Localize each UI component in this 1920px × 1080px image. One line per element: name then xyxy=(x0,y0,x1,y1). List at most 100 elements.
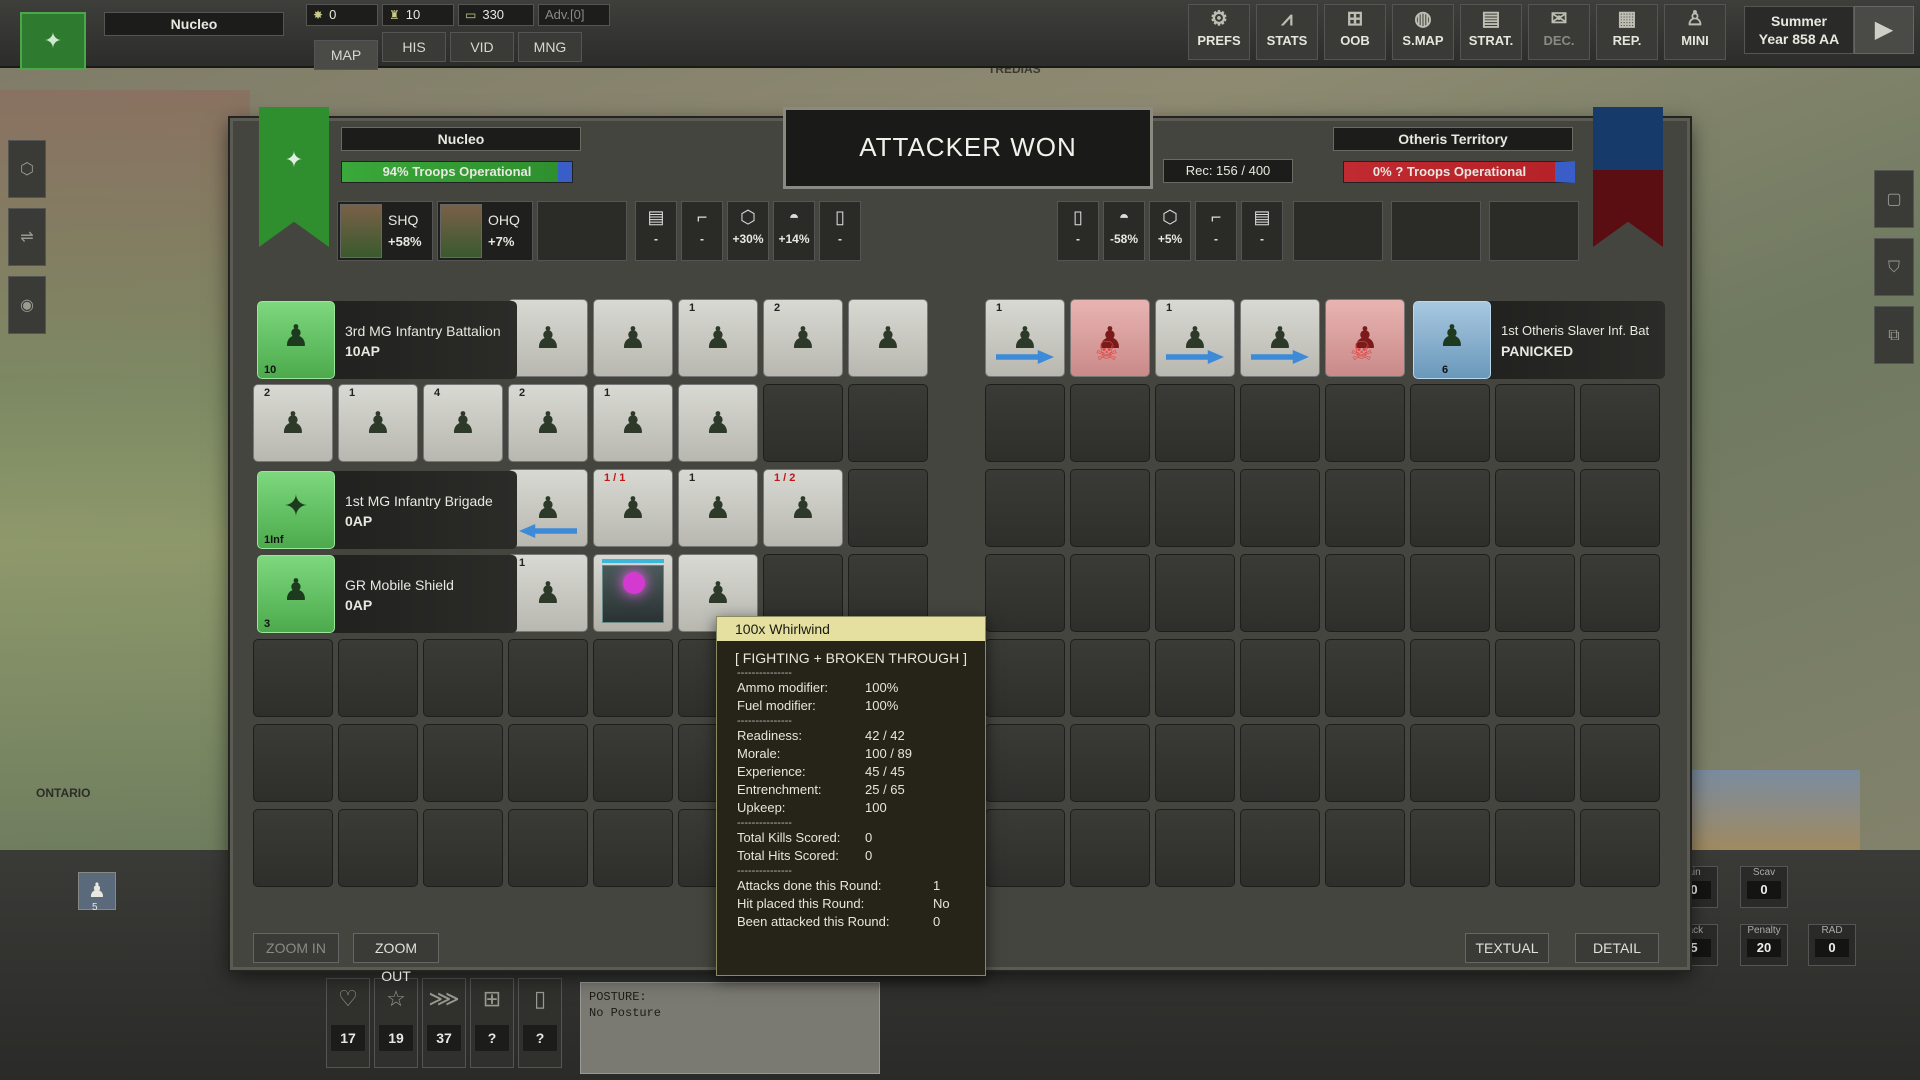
stat-experience[interactable]: ☆ 19 xyxy=(374,978,418,1068)
hq-shq[interactable]: SHQ +58% xyxy=(337,201,433,261)
dec-button[interactable]: ✉ DEC. xyxy=(1528,4,1590,60)
stat-health[interactable]: ♡ 17 xyxy=(326,978,370,1068)
attacker-unit-3rd-mg-battalion[interactable]: ♟ 10 3rd MG Infantry Battalion 10AP xyxy=(257,301,517,379)
end-turn-button[interactable]: ▶ xyxy=(1854,6,1914,54)
attacker-unit-1st-mg-brigade[interactable]: ✦ 1Inf 1st MG Infantry Brigade 0AP xyxy=(257,471,517,549)
tab-his[interactable]: HIS xyxy=(382,32,446,62)
route-button[interactable]: ⇌ xyxy=(8,208,46,266)
layer-button[interactable]: ⬡ xyxy=(8,140,46,198)
unit-cell[interactable]: ♟ 1 xyxy=(338,384,418,462)
shield-button[interactable]: ⛉ xyxy=(1874,238,1914,296)
unit-cell[interactable]: ♟ 1 xyxy=(508,554,588,632)
unit-counter: 1 xyxy=(519,557,526,569)
empty-slot xyxy=(593,639,673,717)
tooltip-separator: --------------- xyxy=(737,667,792,679)
defender-unit-otheris-slaver[interactable]: ♟ 6 1st Otheris Slaver Inf. Bat PANICKED xyxy=(1413,301,1665,379)
unit-cell[interactable]: ♟ ☠ xyxy=(1325,299,1405,377)
unit-counter: 1 xyxy=(996,302,1003,314)
hexagon-icon: ⬡ xyxy=(740,207,756,227)
link-button[interactable]: ⧉ xyxy=(1874,306,1914,364)
unit-cell[interactable]: ♟ xyxy=(678,384,758,462)
strat-button[interactable]: ▤ STRAT. xyxy=(1460,4,1522,60)
tooltip-row: Experience: 45 / 45 xyxy=(737,764,905,779)
empty-slot xyxy=(1410,554,1490,632)
unit-cell[interactable] xyxy=(593,554,673,632)
tab-mng[interactable]: MNG xyxy=(518,32,582,62)
selected-unit-count: 5 xyxy=(92,902,98,913)
helmet-icon: ◓ xyxy=(788,207,800,227)
unit-counter: 2 xyxy=(774,302,781,314)
person-icon: ♙ xyxy=(1686,8,1704,30)
attacker-unit-gr-mobile-shield[interactable]: ♟ 3 GR Mobile Shield 0AP xyxy=(257,555,517,633)
unit-cell[interactable]: ♟ xyxy=(848,299,928,377)
tooltip-row: Hit placed this Round: No xyxy=(737,896,950,911)
play-icon: ▶ xyxy=(1874,16,1894,43)
stats-button[interactable]: ⩘ STATS xyxy=(1256,4,1318,60)
empty-slot xyxy=(1495,554,1575,632)
unit-cell[interactable]: ♟ 1 xyxy=(1155,299,1235,377)
empty-slot xyxy=(1580,639,1660,717)
tooltip-separator: --------------- xyxy=(737,715,792,727)
unit-cell[interactable]: ♟ ☠ xyxy=(1070,299,1150,377)
map-label-ontario: ONTARIO xyxy=(36,786,91,800)
unit-cell[interactable]: ♟ 1 / 1 xyxy=(593,469,673,547)
unit-cell[interactable]: ♟ 2 xyxy=(253,384,333,462)
unit-cell[interactable]: ♟ 4 xyxy=(423,384,503,462)
tab-vid[interactable]: VID xyxy=(450,32,514,62)
panel-button[interactable]: ▢ xyxy=(1874,170,1914,228)
unit-cell[interactable]: ♟ xyxy=(508,299,588,377)
link-icon: ⧉ xyxy=(1888,327,1900,344)
stat-box-rad: RAD 0 xyxy=(1808,924,1856,966)
target-button[interactable]: ◉ xyxy=(8,276,46,334)
tab-map[interactable]: MAP xyxy=(314,40,378,70)
unit-counter: 4 xyxy=(434,387,441,399)
empty-slot xyxy=(1580,469,1660,547)
unit-cell[interactable]: ♟ xyxy=(508,469,588,547)
tooltip-row: Entrenchment: 25 / 65 xyxy=(737,782,905,797)
oob-button[interactable]: ⊞ OOB xyxy=(1324,4,1386,60)
rep-button[interactable]: ▦ REP. xyxy=(1596,4,1658,60)
unit-cell[interactable]: ♟ xyxy=(593,299,673,377)
empty-slot xyxy=(1240,554,1320,632)
empty-slot xyxy=(1240,724,1320,802)
unit-cell[interactable]: ♟ 1 xyxy=(593,384,673,462)
textual-button[interactable]: TEXTUAL xyxy=(1465,933,1549,963)
unit-counter: 1 xyxy=(1166,302,1173,314)
empty-slot xyxy=(1495,384,1575,462)
unit-cell[interactable]: ♟ 2 xyxy=(763,299,843,377)
zoom-in-button[interactable]: ZOOM IN xyxy=(253,933,339,963)
skull-icon: ☠ xyxy=(1350,336,1374,366)
tooltip-separator: --------------- xyxy=(737,865,792,877)
stat-supply[interactable]: ▯? xyxy=(518,978,562,1068)
detail-button[interactable]: DETAIL xyxy=(1575,933,1659,963)
empty-slot xyxy=(1070,469,1150,547)
unit-cell[interactable]: ♟ 2 xyxy=(508,384,588,462)
unit-cell[interactable]: ♟ 1 xyxy=(678,469,758,547)
unit-cell[interactable]: ♟ xyxy=(1240,299,1320,377)
faction-flag-icon[interactable]: ✦ xyxy=(20,12,86,70)
stat-command[interactable]: ⊞? xyxy=(470,978,514,1068)
empty-slot xyxy=(423,724,503,802)
empty-slot xyxy=(848,469,928,547)
unit-cell[interactable]: ♟ 1 xyxy=(985,299,1065,377)
stat-rank[interactable]: ⋙ 37 xyxy=(422,978,466,1068)
unit-stat-buttons: ♡ 17 ☆ 19 ⋙ 37 ⊞? ▯? xyxy=(326,978,562,1068)
mini-button[interactable]: ♙ MINI xyxy=(1664,4,1726,60)
hq-ohq[interactable]: OHQ +7% xyxy=(437,201,533,261)
unit-cell[interactable]: ♟ 1 / 2 xyxy=(763,469,843,547)
empty-slot xyxy=(1580,384,1660,462)
defender-banner xyxy=(1593,107,1663,247)
route-icon: ⇌ xyxy=(20,229,34,246)
empty-slot xyxy=(1495,809,1575,887)
prefs-button[interactable]: ⚙ PREFS xyxy=(1188,4,1250,60)
zoom-out-button[interactable]: ZOOM OUT xyxy=(353,933,439,984)
unit-cell[interactable]: ♟ 1 xyxy=(678,299,758,377)
empty-slot xyxy=(1580,724,1660,802)
card-icon: ▤ xyxy=(1481,8,1501,30)
smap-button[interactable]: ◍ S.MAP xyxy=(1392,4,1454,60)
soldier-icon: ♟ xyxy=(1438,320,1466,353)
soldier-icon: ♟ xyxy=(534,322,562,355)
attacker-banner: ✦ xyxy=(259,107,329,247)
soldier-icon: ♟ xyxy=(88,880,106,902)
unit-counter: 1 / 2 xyxy=(774,472,796,484)
